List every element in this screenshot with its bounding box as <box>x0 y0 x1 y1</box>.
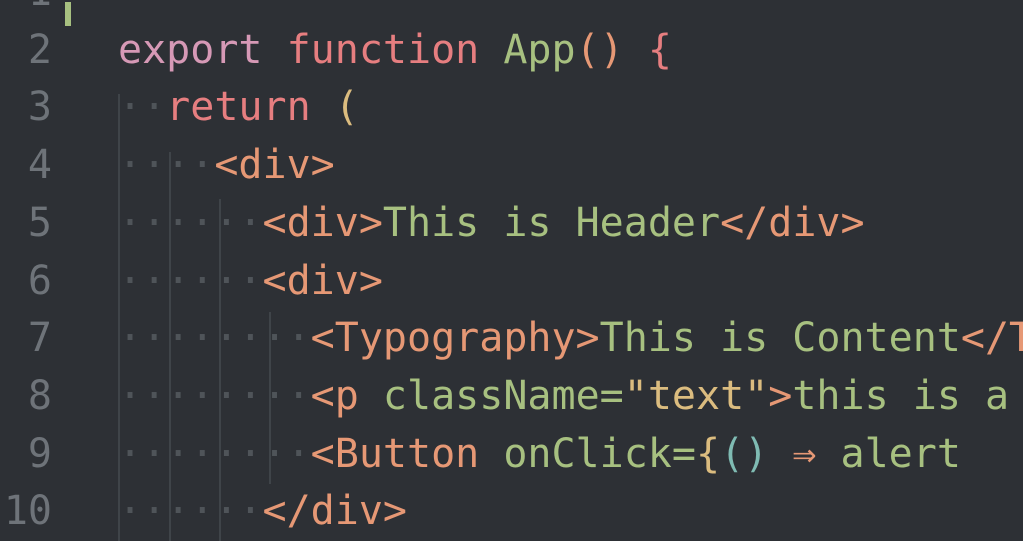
code-line[interactable]: 8 ········<p className="text">this is a p… <box>0 368 1023 426</box>
code-token: className <box>382 372 600 419</box>
code-text: export function App() { <box>118 22 672 80</box>
code-token: This is Content <box>599 315 961 362</box>
code-token: </Typography> <box>960 315 1023 362</box>
code-token: </div> <box>720 199 865 246</box>
code-token: ⇒ <box>768 430 841 477</box>
line-number: 8 <box>27 372 52 419</box>
code-text: ········<p className="text">this is a pa… <box>118 368 1023 426</box>
code-token: </div> <box>262 488 408 535</box>
code-token: alert <box>840 430 961 477</box>
code-line[interactable]: 4 ····<div> <box>0 137 1023 195</box>
code-token: App <box>503 26 576 73</box>
code-token: () <box>720 430 769 477</box>
code-text: ········<Button onClick={() ⇒ alert <box>118 426 961 484</box>
code-line[interactable]: 9 ········<Button onClick={() ⇒ alert <box>0 426 1023 484</box>
code-text: ······<div> <box>118 253 383 311</box>
code-token: > <box>768 372 793 419</box>
line-number: 3 <box>27 84 52 131</box>
code-text: ······</div> <box>118 483 407 541</box>
line-number: 7 <box>27 315 52 362</box>
line-number: 4 <box>27 142 52 189</box>
code-text: ······<div>This is Header</div> <box>118 195 865 253</box>
line-number: 10 <box>3 488 52 535</box>
code-line[interactable]: 2 export function App() { <box>0 22 1023 80</box>
code-token: { <box>647 26 672 73</box>
whitespace-marker: ······ <box>118 257 263 304</box>
code-token: () <box>575 26 624 73</box>
line-number: 9 <box>27 430 52 477</box>
code-line[interactable]: 7 ········<Typography>This is Content</Ty… <box>0 310 1023 368</box>
code-line[interactable]: 3 ··return ( <box>0 79 1023 137</box>
code-token: export <box>118 26 263 73</box>
whitespace-marker: ········ <box>118 430 311 477</box>
whitespace-marker: ···· <box>118 142 215 189</box>
whitespace-marker: ······ <box>118 488 263 535</box>
whitespace-marker: ·· <box>118 84 167 131</box>
code-token: onClick <box>503 430 672 477</box>
code-text: ········<Typography>This is Content</Typ… <box>118 310 1023 368</box>
code-editor[interactable]: 12export function App() {3··return (4···… <box>0 0 1023 541</box>
code-token: "text" <box>623 372 769 419</box>
code-token: > <box>310 142 335 189</box>
code-token: ( <box>334 84 359 131</box>
code-token: <div> <box>262 199 383 246</box>
line-number: 1 <box>0 0 52 22</box>
code-line[interactable]: 6 ······<div> <box>0 253 1023 311</box>
code-token: = <box>671 430 696 477</box>
line-number: 5 <box>27 199 52 246</box>
code-token: This is Header <box>382 199 721 246</box>
code-text: ····<div> <box>118 137 335 195</box>
line-number: 2 <box>27 26 52 73</box>
code-line[interactable]: 10 ······</div> <box>0 483 1023 541</box>
whitespace-marker: ······ <box>118 199 263 246</box>
whitespace-marker: ········ <box>118 315 311 362</box>
code-token: div <box>238 142 311 189</box>
code-text: ··return ( <box>118 79 359 137</box>
code-token: < <box>214 142 239 189</box>
code-token: <p <box>310 372 383 419</box>
code-token: <div> <box>262 257 383 304</box>
code-token: <Typography> <box>310 315 600 362</box>
code-token: return <box>166 84 311 131</box>
line-number: 6 <box>27 257 52 304</box>
code-token: = <box>599 372 624 419</box>
code-token: function <box>286 26 480 73</box>
code-token: this is a paragraph <box>792 372 1010 419</box>
code-token: { <box>695 430 721 477</box>
code-token: <Button <box>310 430 504 477</box>
code-line[interactable]: 5 ······<div>This is Header</div> <box>0 195 1023 253</box>
code-line[interactable]: 1 <box>0 0 1023 26</box>
whitespace-marker: ········ <box>118 372 311 419</box>
